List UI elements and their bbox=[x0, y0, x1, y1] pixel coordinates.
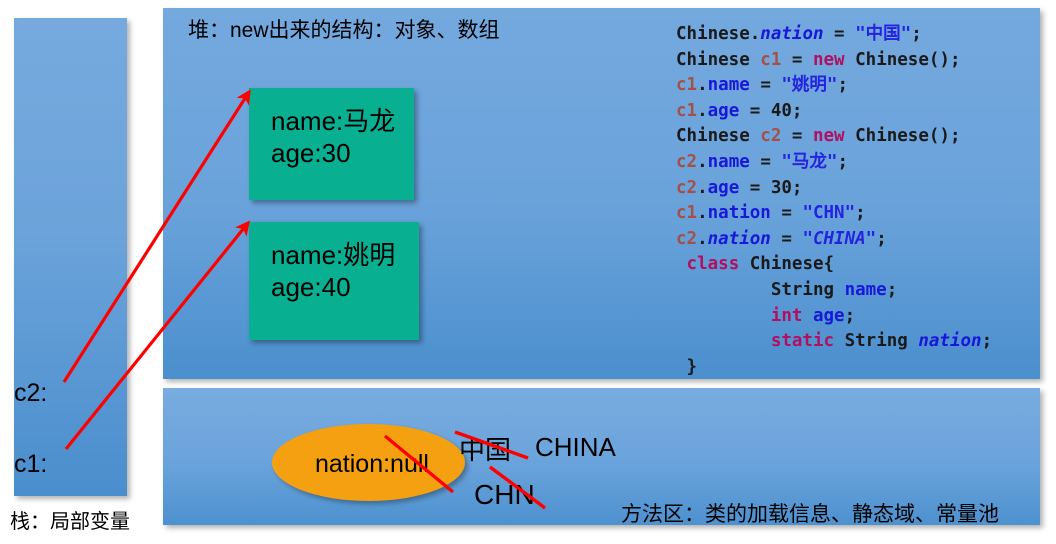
code-token: = bbox=[781, 49, 813, 70]
heap-object-name-line: name:马龙 bbox=[271, 106, 396, 136]
code-token: = bbox=[823, 24, 856, 44]
code-token: = 30; bbox=[739, 177, 803, 198]
code-token: "姚明" bbox=[781, 75, 838, 96]
code-token: c1 bbox=[676, 203, 698, 224]
code-token: . bbox=[697, 177, 708, 198]
code-token: name bbox=[707, 75, 750, 96]
code-token: ; bbox=[837, 75, 849, 96]
code-line: c2.name = "马龙"; bbox=[676, 150, 992, 176]
code-token: c2 bbox=[676, 151, 698, 172]
code-token: = bbox=[781, 126, 813, 147]
code-token: . bbox=[697, 228, 708, 249]
code-token: "马龙" bbox=[781, 151, 838, 172]
code-token: . bbox=[697, 100, 708, 121]
constant-value-chn: CHN bbox=[474, 479, 535, 510]
code-token: ; bbox=[981, 331, 993, 352]
code-token: age bbox=[812, 305, 845, 326]
code-token: ; bbox=[855, 203, 866, 224]
code-listing: Chinese.nation = "中国"; Chinese c1 = new C… bbox=[676, 22, 992, 380]
code-token: "中国" bbox=[855, 24, 912, 44]
code-token: . bbox=[697, 203, 708, 224]
code-token: Chinese(); bbox=[844, 126, 961, 147]
code-token: c1 bbox=[676, 100, 698, 121]
stack-variable-c1: c1: bbox=[14, 450, 48, 478]
code-token: int bbox=[770, 305, 803, 326]
code-token: new bbox=[812, 49, 845, 70]
code-line: int age; bbox=[676, 304, 992, 330]
code-token: } bbox=[676, 356, 698, 377]
code-token: nation bbox=[918, 331, 982, 352]
code-token: c2 bbox=[676, 177, 698, 198]
code-token: Chinese bbox=[676, 126, 761, 147]
code-token: ; bbox=[911, 24, 922, 44]
code-token: Chinese bbox=[676, 49, 761, 70]
code-token: c2 bbox=[676, 228, 698, 249]
code-line: c1.nation = "CHN"; bbox=[676, 201, 992, 227]
stack-caption: 栈：局部变量 bbox=[10, 511, 130, 533]
code-token: . bbox=[697, 151, 708, 172]
code-token: String bbox=[676, 279, 845, 300]
code-line: Chinese c1 = new Chinese(); bbox=[676, 48, 992, 74]
code-token: . bbox=[697, 75, 708, 96]
heap-object-age-line: age:40 bbox=[271, 271, 351, 302]
code-token: name bbox=[844, 279, 887, 300]
heap-object-ma-long: name:马龙 age:30 bbox=[249, 88, 414, 200]
code-token: = bbox=[749, 75, 782, 96]
stack-variable-c2: c2: bbox=[14, 379, 48, 407]
code-token: Chinese. bbox=[676, 24, 761, 44]
code-token: ; bbox=[837, 151, 849, 172]
code-token: c1 bbox=[760, 49, 782, 70]
code-line: String name; bbox=[676, 278, 992, 304]
code-line: Chinese.nation = "中国"; bbox=[676, 22, 992, 48]
code-line: static String nation; bbox=[676, 329, 992, 355]
code-token: nation bbox=[707, 228, 771, 249]
code-token: ; bbox=[876, 228, 887, 249]
static-field-nation-label: nation:null bbox=[315, 450, 429, 478]
stack-panel bbox=[14, 18, 127, 496]
code-line: Chinese c2 = new Chinese(); bbox=[676, 124, 992, 150]
code-token: age bbox=[707, 177, 740, 198]
code-token: c1 bbox=[676, 75, 698, 96]
code-line: class Chinese{ bbox=[676, 252, 992, 278]
code-line: c2.nation = "CHINA"; bbox=[676, 227, 992, 253]
code-token: static bbox=[770, 331, 835, 352]
code-token: ; bbox=[844, 305, 856, 326]
code-token: new bbox=[812, 126, 845, 147]
heap-object-age-line: age:30 bbox=[271, 137, 351, 168]
code-token: String bbox=[834, 331, 919, 352]
code-token: "CHINA" bbox=[802, 228, 877, 249]
heap-caption: 堆：new出来的结构：对象、数组 bbox=[188, 19, 500, 42]
code-token: name bbox=[707, 151, 750, 172]
code-line: c1.name = "姚明"; bbox=[676, 73, 992, 99]
code-line: c1.age = 40; bbox=[676, 99, 992, 125]
code-token: age bbox=[707, 100, 740, 121]
code-token: = bbox=[770, 228, 803, 249]
constant-value-zhongguo: 中国 bbox=[459, 435, 512, 465]
code-token: nation bbox=[760, 24, 824, 44]
code-line: c2.age = 30; bbox=[676, 176, 992, 202]
code-token: Chinese{ bbox=[739, 254, 835, 275]
code-token: = bbox=[770, 203, 803, 224]
code-token: nation bbox=[707, 203, 771, 224]
code-token: ; bbox=[886, 279, 898, 300]
code-token: class bbox=[686, 254, 740, 275]
code-token: = bbox=[749, 151, 782, 172]
method-area-caption: 方法区：类的加载信息、静态域、常量池 bbox=[621, 503, 999, 526]
heap-object-yao-ming: name:姚明 age:40 bbox=[249, 222, 419, 340]
code-token: "CHN" bbox=[802, 203, 856, 224]
constant-value-china: CHINA bbox=[535, 432, 616, 462]
heap-object-name-line: name:姚明 bbox=[271, 240, 396, 270]
code-token: c2 bbox=[760, 126, 782, 147]
code-line: } bbox=[676, 355, 992, 381]
code-token: = 40; bbox=[739, 100, 803, 121]
code-token: Chinese(); bbox=[844, 49, 961, 70]
